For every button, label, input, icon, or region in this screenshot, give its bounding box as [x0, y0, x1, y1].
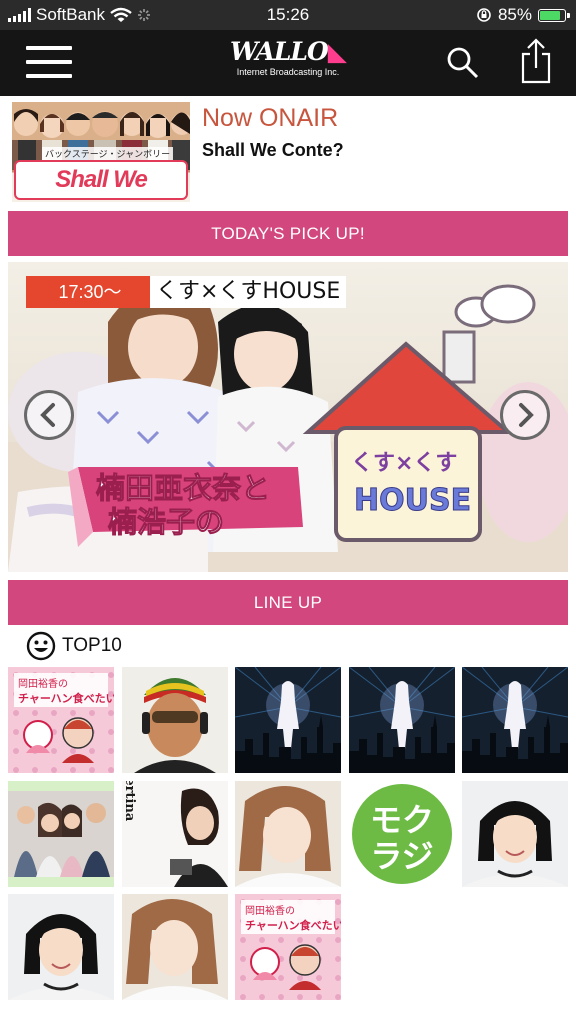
- lineup-tile[interactable]: [462, 781, 568, 887]
- pickup-carousel[interactable]: 楠田亜衣奈と 楠浩子の くす×くす HOUSE 17:30～ くす×くすHOUS…: [8, 262, 568, 572]
- smiley-icon: [26, 631, 56, 661]
- tile-text-line2: チャーハン食べたい: [18, 691, 114, 705]
- battery-percent: 85%: [497, 5, 532, 24]
- rotation-lock-icon: [477, 8, 491, 22]
- pickup-time-badge: 17:30～: [26, 276, 154, 308]
- lineup-tile-thumbnail: 岡田裕香の チャーハン食べたい: [235, 894, 341, 1000]
- carousel-prev-button[interactable]: [24, 390, 74, 440]
- wallo-logo[interactable]: WALLO◣ Internet Broadcasting Inc.: [228, 38, 348, 88]
- lineup-tile-thumbnail: [8, 894, 114, 1000]
- pickup-banner-image[interactable]: 楠田亜衣奈と 楠浩子の くす×くす HOUSE: [8, 262, 568, 572]
- banner-text-line2: 楠浩子の: [108, 505, 224, 539]
- house-text-line1: くす×くす: [351, 451, 457, 476]
- now-onair-show-title[interactable]: Shall We Conte?: [202, 140, 344, 161]
- lineup-tile[interactable]: [349, 667, 455, 773]
- lineup-tile-thumbnail: [235, 781, 341, 887]
- top-navbar: WALLO◣ Internet Broadcasting Inc.: [0, 30, 576, 96]
- lineup-tile[interactable]: Time of Concertina: [122, 781, 228, 887]
- lineup-tile-thumbnail: 岡田裕香の チャーハン食べたい: [8, 667, 114, 773]
- lineup-tile-thumbnail: [8, 781, 114, 887]
- lineup-tile[interactable]: [122, 667, 228, 773]
- top10-label: TOP10: [62, 635, 122, 656]
- status-bar: SoftBank 15:26 85%: [0, 0, 576, 30]
- tile-text-line1: 岡田裕香の: [245, 904, 295, 917]
- lineup-tile-thumbnail: [349, 667, 455, 773]
- lineup-tile[interactable]: [235, 781, 341, 887]
- lineup-tile-thumbnail: [235, 667, 341, 773]
- house-text-line2: HOUSE: [354, 483, 471, 518]
- lineup-tile-thumbnail: [462, 781, 568, 887]
- onair-thumbnail-title: Shall We Conte?: [14, 160, 188, 200]
- lineup-tile[interactable]: 岡田裕香の チャーハン食べたい: [8, 667, 114, 773]
- logo-subtitle: Internet Broadcasting Inc.: [236, 67, 340, 77]
- chevron-left-icon: [40, 403, 55, 427]
- lineup-tile[interactable]: [235, 667, 341, 773]
- tile-text: Time of Concertina: [122, 781, 137, 822]
- now-onair-heading: Now ONAIR: [202, 104, 339, 132]
- banner-text-line1: 楠田亜衣奈と: [96, 471, 270, 505]
- onair-thumbnail-caption: バックステージ・ジャンボリー: [42, 147, 174, 160]
- hamburger-icon[interactable]: [26, 44, 72, 80]
- lineup-tile[interactable]: 岡田裕香の チャーハン食べたい: [235, 894, 341, 1000]
- lineup-tile[interactable]: [8, 894, 114, 1000]
- lineup-tile[interactable]: モク ラジ: [349, 781, 455, 887]
- battery-icon: [538, 8, 570, 22]
- onair-thumbnail[interactable]: バックステージ・ジャンボリー Shall We Conte?: [12, 102, 190, 202]
- top10-heading: TOP10: [26, 631, 122, 661]
- logo-wordmark: WALLO: [229, 37, 329, 66]
- carousel-next-button[interactable]: [500, 390, 550, 440]
- lineup-tile-thumbnail: モク ラジ: [349, 781, 455, 887]
- lineup-tile-thumbnail: [122, 894, 228, 1000]
- lineup-tile[interactable]: [8, 781, 114, 887]
- lineup-tile[interactable]: [122, 894, 228, 1000]
- todays-pickup-bar: TODAY'S PICK UP!: [8, 211, 568, 256]
- lineup-bar: LINE UP: [8, 580, 568, 625]
- search-icon[interactable]: [446, 46, 480, 80]
- share-icon[interactable]: [518, 38, 554, 84]
- lineup-tile-thumbnail: Time of Concertina: [122, 781, 228, 887]
- tile-text-line2: チャーハン食べたい: [245, 918, 341, 932]
- tile-text-line2: ラジ: [370, 837, 433, 875]
- pickup-program-name: くす×くすHOUSE: [150, 276, 347, 308]
- tile-text-line1: 岡田裕香の: [18, 677, 68, 690]
- chevron-right-icon: [519, 403, 534, 427]
- lineup-tile-thumbnail: [462, 667, 568, 773]
- tile-text-line1: モク: [370, 801, 434, 839]
- lineup-tile-thumbnail: [122, 667, 228, 773]
- lineup-tile[interactable]: [462, 667, 568, 773]
